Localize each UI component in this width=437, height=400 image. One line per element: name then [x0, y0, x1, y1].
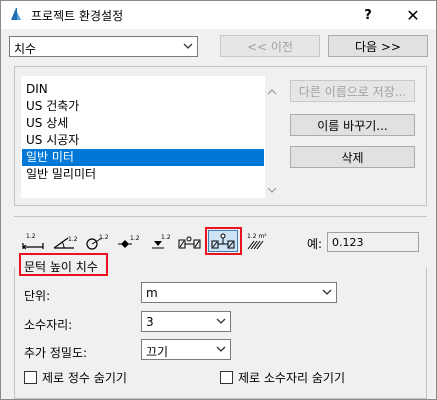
door-window-dimension-icon[interactable] — [177, 231, 203, 251]
chevron-down-icon — [216, 343, 226, 355]
preset-item-general-millimeter[interactable]: 일반 밀리미터 — [22, 166, 264, 183]
example-preview: 0.123 — [327, 232, 419, 252]
elevation-dimension-icon[interactable]: 1.2 — [147, 231, 173, 251]
separator — [14, 216, 427, 217]
section-title: 문턱 높이 치수 — [24, 260, 98, 274]
angle-dimension-icon[interactable]: 1.2 — [51, 231, 78, 251]
precision-dropdown[interactable]: 끄기 — [141, 339, 231, 360]
svg-text:1.2: 1.2 — [26, 233, 36, 240]
archicad-app-icon — [8, 6, 24, 22]
category-value: 치수 — [14, 42, 37, 56]
level-dimension-icon[interactable]: 1.2 — [115, 231, 141, 251]
scroll-up-icon[interactable] — [267, 86, 277, 96]
unit-dropdown[interactable]: m — [141, 282, 337, 303]
preset-item-din[interactable]: DIN — [22, 81, 264, 98]
hide-zero-whole-option[interactable]: 제로 정수 숨기기 — [24, 369, 127, 386]
svg-text:1.2: 1.2 — [130, 235, 140, 242]
save-as-button[interactable]: 다른 이름으로 저장... — [290, 80, 415, 102]
chevron-down-icon — [322, 286, 332, 298]
close-button[interactable]: ✕ — [390, 1, 436, 29]
preset-item-us-architect[interactable]: US 건축가 — [22, 98, 264, 115]
hide-zero-whole-checkbox[interactable] — [24, 371, 37, 384]
rename-button[interactable]: 이름 바꾸기... — [290, 114, 415, 136]
preset-item-us-detail[interactable]: US 상세 — [22, 115, 264, 132]
chevron-down-icon — [216, 315, 226, 327]
precision-value: 끄기 — [146, 345, 169, 359]
hide-zero-decimal-checkbox[interactable] — [220, 371, 233, 384]
radial-dimension-icon[interactable]: 1.2 — [83, 231, 109, 251]
scroll-down-icon[interactable] — [267, 184, 277, 194]
hide-zero-whole-label: 제로 정수 숨기기 — [42, 371, 127, 385]
hide-zero-decimal-label: 제로 소수자리 숨기기 — [238, 371, 345, 385]
preset-item-us-builder[interactable]: US 시공자 — [22, 132, 264, 149]
example-value: 0.123 — [332, 236, 364, 249]
preset-list[interactable]: DIN US 건축가 US 상세 US 시공자 일반 미터 일반 밀리미터 — [21, 76, 265, 198]
help-button[interactable]: ? — [345, 1, 391, 29]
unit-value: m — [146, 286, 158, 300]
prev-button[interactable]: << 이전 — [220, 35, 320, 57]
selected-icon-highlight — [205, 227, 242, 255]
svg-text:1.2: 1.2 — [68, 236, 77, 243]
decimals-label: 소수자리: — [24, 318, 73, 332]
precision-label: 추가 정밀도: — [24, 346, 88, 360]
delete-button[interactable]: 삭제 — [290, 146, 415, 168]
svg-text:1.2: 1.2 — [99, 234, 109, 241]
linear-dimension-icon[interactable]: 1.2 — [20, 231, 46, 251]
hide-zero-decimal-option[interactable]: 제로 소수자리 숨기기 — [220, 369, 345, 386]
area-dimension-icon[interactable]: 1.2 m² — [246, 231, 272, 251]
example-label: 예: — [307, 237, 323, 251]
decimals-dropdown[interactable]: 3 — [141, 311, 231, 332]
category-dropdown[interactable]: 치수 — [9, 36, 198, 57]
preferences-window: 프로젝트 환경설정 ? ✕ 치수 << 이전 다음 >> DIN US 건축가 … — [0, 0, 437, 400]
title-bar: 프로젝트 환경설정 ? ✕ — [1, 1, 436, 29]
chevron-down-icon — [183, 40, 193, 52]
window-title: 프로젝트 환경설정 — [31, 9, 124, 23]
unit-label: 단위: — [24, 289, 51, 303]
preset-item-general-meter[interactable]: 일반 미터 — [22, 149, 264, 166]
svg-text:1.2: 1.2 — [161, 234, 171, 241]
decimals-value: 3 — [146, 315, 154, 329]
next-button[interactable]: 다음 >> — [328, 35, 428, 57]
svg-text:1.2 m²: 1.2 m² — [247, 233, 267, 240]
